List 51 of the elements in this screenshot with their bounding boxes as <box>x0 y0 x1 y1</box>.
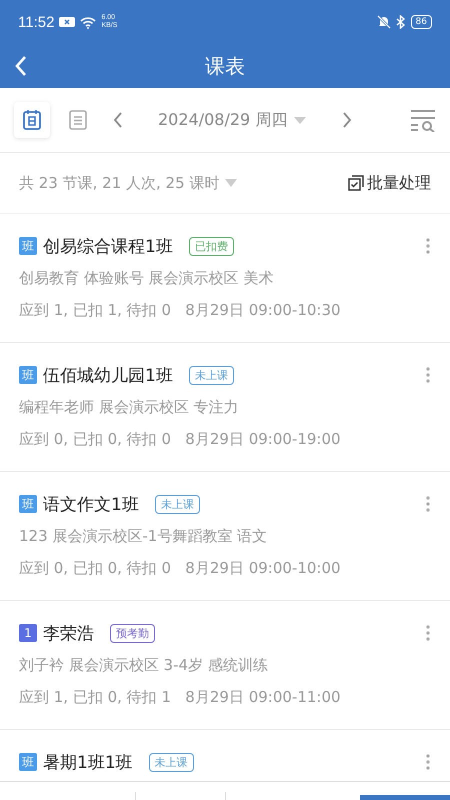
more-icon[interactable] <box>426 625 430 641</box>
lesson-type-badge: 班 <box>19 366 37 384</box>
attendance-time: 应到 1, 已扣 1, 待扣 0 8月29日 09:00-10:30 <box>19 300 342 321</box>
lesson-card[interactable]: 班 创易综合课程1班 已扣费 创易教育 体验账号 展会演示校区 美术 应到 1, 已扣 1, 待扣 0 8月29日 09:00-10:30 <box>0 214 450 343</box>
lesson-type-badge: 1 <box>19 624 37 642</box>
wifi-icon <box>80 16 96 28</box>
status-tag: 已扣费 <box>188 236 234 256</box>
calendar-icon <box>22 109 42 131</box>
lesson-title: 伍佰城幼儿园1班 <box>43 364 173 386</box>
status-tag: 未上课 <box>188 366 234 384</box>
lesson-details: 123 展会演示校区-1号舞蹈教室 语文 <box>19 526 268 547</box>
date-picker[interactable]: 2024/08/29 周四 <box>158 110 308 130</box>
lesson-card[interactable]: 1 李荣浩 预考勤 刘子衿 展会演示校区 3-4岁 感统训练 应到 1, 已扣 0, 待扣 1 8月29日 09:00-11:00 <box>0 601 450 730</box>
attendance-time: 应到 0, 已扣 0, 待扣 0 8月29日 09:00-10:00 <box>19 558 342 579</box>
next-icon[interactable] <box>341 111 354 129</box>
dropdown-icon[interactable] <box>225 179 238 187</box>
lesson-details: 编程年老师 展会演示校区 专注力 <box>19 397 240 418</box>
more-icon[interactable] <box>426 496 430 512</box>
lesson-title: 语文作文1班 <box>43 494 139 516</box>
lesson-details: 创易教育 体验账号 展会演示校区 美术 <box>19 268 274 289</box>
lesson-type-badge: 班 <box>19 753 37 771</box>
lesson-details: 刘子衿 展会演示校区 3-4岁 感统训练 <box>19 655 269 676</box>
notification-icon <box>59 16 76 28</box>
batch-process-button[interactable]: 批量处理 <box>348 172 431 194</box>
lesson-card[interactable]: 班 伍佰城幼儿园1班 未上课 编程年老师 展会演示校区 专注力 应到 0, 已扣 0, 待扣 0 8月29日 09:00-19:00 <box>0 343 450 472</box>
document-icon <box>68 109 88 131</box>
dropdown-icon <box>293 115 308 125</box>
more-icon[interactable] <box>426 367 430 383</box>
bluetooth-icon <box>396 15 406 29</box>
lesson-title: 暑期1班1班 <box>43 752 133 774</box>
lesson-type-badge: 班 <box>19 495 37 513</box>
status-tag: 未上课 <box>154 494 200 514</box>
status-time: 11:52 <box>18 14 54 30</box>
lesson-title: 李荣浩 <box>43 622 94 644</box>
battery-icon: 86 <box>410 15 432 29</box>
page-title: 课表 <box>205 52 245 80</box>
calendar-view-tab[interactable] <box>14 102 50 138</box>
lesson-card[interactable]: 班 语文作文1班 未上课 123 展会演示校区-1号舞蹈教室 语文 应到 0, 已扣 0, 待扣 0 8月29日 09:00-10:00 <box>0 472 450 601</box>
lesson-title: 创易综合课程1班 <box>43 236 173 258</box>
previous-icon[interactable] <box>112 111 124 129</box>
muted-bell-icon <box>376 15 391 29</box>
more-icon[interactable] <box>426 754 430 770</box>
attendance-time: 应到 0, 已扣 0, 待扣 0 8月29日 09:00-19:00 <box>19 429 342 450</box>
back-icon[interactable] <box>14 55 28 77</box>
status-tag: 预考勤 <box>110 624 155 642</box>
filter-search-icon[interactable] <box>410 108 436 132</box>
status-tag: 未上课 <box>148 752 194 772</box>
checkbox-icon <box>348 175 364 191</box>
more-icon[interactable] <box>426 238 430 254</box>
lesson-type-badge: 班 <box>19 237 37 255</box>
attendance-time: 应到 1, 已扣 0, 待扣 1 8月29日 09:00-11:00 <box>19 687 342 708</box>
